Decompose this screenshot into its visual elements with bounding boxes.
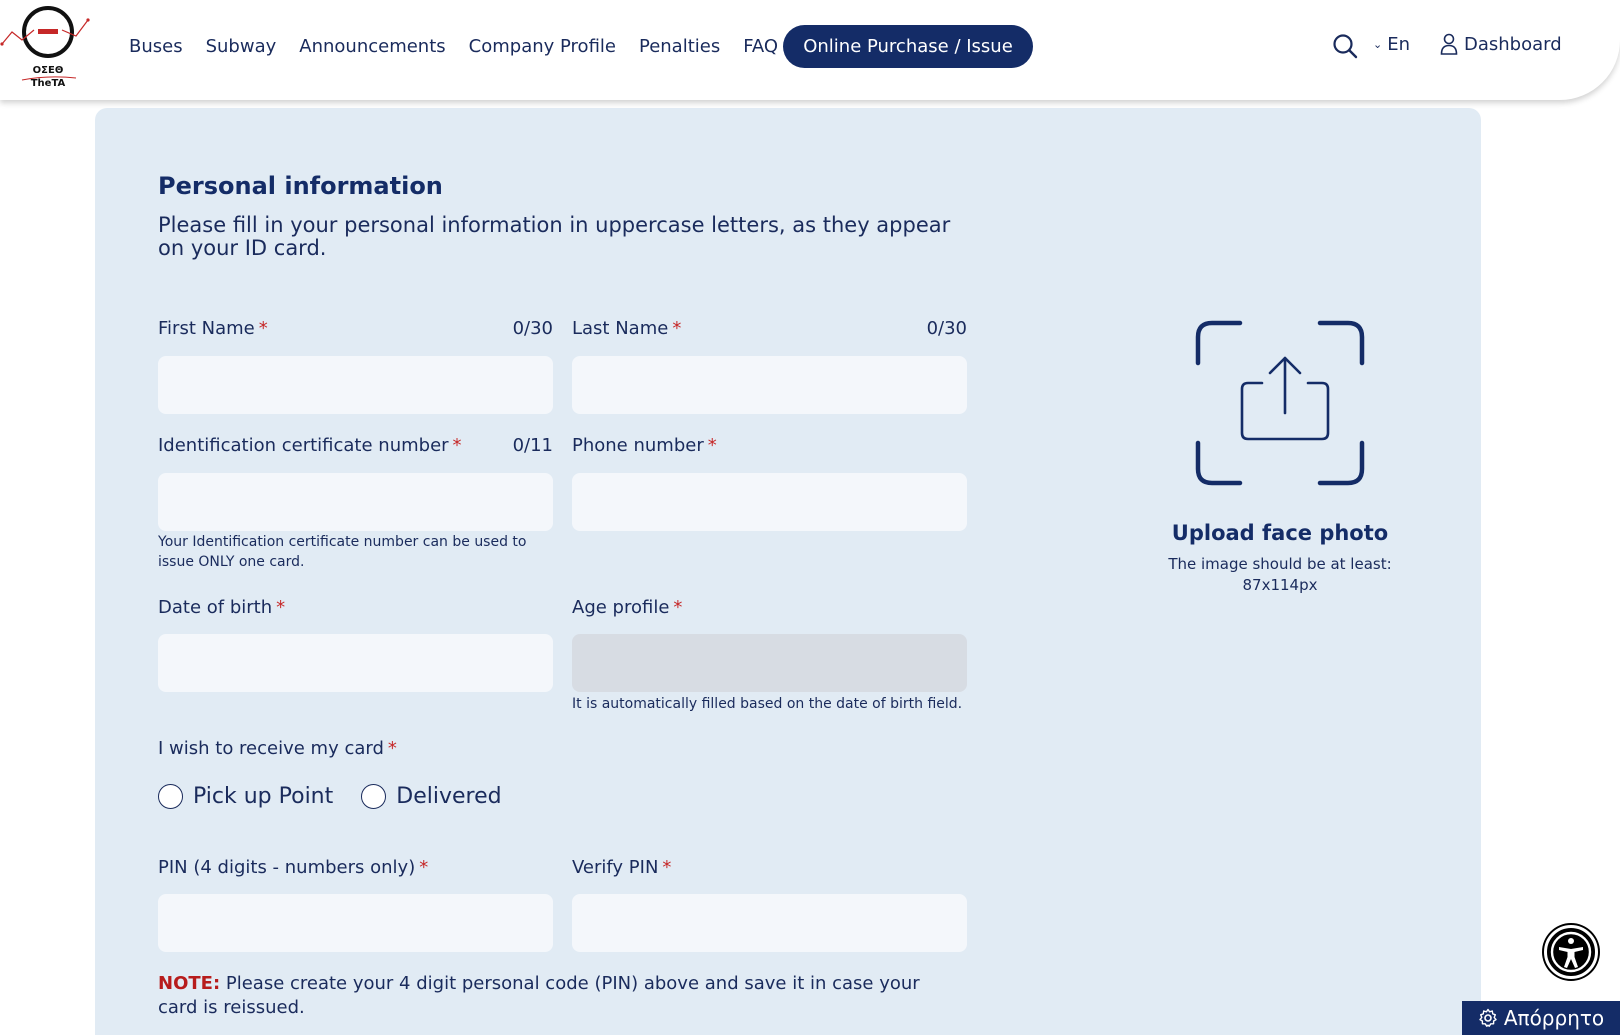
upload-hint: The image should be at least: 87x114px [1168, 555, 1392, 594]
nav-buses[interactable]: Buses [129, 36, 183, 57]
age-profile-label: Age profile * [572, 597, 682, 618]
search-button[interactable] [1332, 33, 1358, 59]
id-number-counter: 0/11 [512, 435, 553, 456]
language-label: En [1387, 34, 1410, 55]
age-profile-hint: It is automatically filled based on the … [572, 696, 963, 712]
dashboard-label: Dashboard [1464, 33, 1562, 55]
note-text: Please create your 4 digit personal code… [158, 973, 920, 1018]
first-name-input[interactable] [158, 356, 553, 414]
radio-button[interactable] [158, 784, 183, 809]
verify-pin-input[interactable] [572, 894, 967, 952]
id-number-hint: Your Identification certificate number c… [158, 534, 527, 570]
radio-label: Delivered [396, 784, 502, 809]
logo-mark-icon [0, 6, 90, 58]
theta-logo[interactable]: ΟΣΕΘ TheTA [0, 0, 100, 95]
required-asterisk: * [707, 435, 717, 456]
accessibility-button[interactable] [1544, 925, 1598, 979]
upload-title: Upload face photo [1171, 521, 1389, 545]
id-number-label: Identification certificate number * [158, 435, 462, 456]
gear-icon [1479, 1008, 1497, 1027]
radio-button[interactable] [361, 784, 387, 809]
first-name-counter: 0/30 [512, 318, 553, 339]
dob-label: Date of birth * [158, 597, 285, 618]
site-header: ΟΣΕΘ TheTA Buses Subway Announcements Co… [0, 0, 1620, 100]
pin-note: NOTE: Please create your 4 digit persona… [158, 972, 948, 1020]
phone-label: Phone number * [572, 435, 717, 456]
radio-label: Pick up Point [193, 784, 334, 809]
online-purchase-button[interactable]: Online Purchase / Issue [783, 25, 1033, 68]
last-name-label: Last Name * [572, 318, 681, 339]
accessibility-icon [1550, 931, 1592, 973]
pin-label: PIN (4 digits - numbers only) * [158, 857, 428, 878]
nav-announcements[interactable]: Announcements [299, 36, 445, 57]
section-title: Personal information [158, 172, 443, 200]
required-asterisk: * [258, 318, 268, 339]
section-subtitle: Please fill in your personal information… [158, 213, 951, 260]
required-asterisk: * [452, 435, 462, 456]
required-asterisk: * [662, 857, 672, 878]
required-asterisk: * [387, 738, 397, 759]
dashboard-link[interactable]: Dashboard [1440, 33, 1562, 55]
first-name-label: First Name * [158, 318, 268, 339]
search-icon [1333, 34, 1358, 59]
note-prefix: NOTE: [158, 973, 221, 994]
nav-penalties[interactable]: Penalties [639, 36, 720, 57]
privacy-label: Απόρρητο [1503, 1006, 1605, 1030]
receive-card-label: I wish to receive my card * [158, 738, 397, 759]
receive-card-label-text: I wish to receive my card [158, 738, 384, 759]
nav-faq[interactable]: FAQ [743, 36, 778, 57]
last-name-counter: 0/30 [926, 318, 967, 339]
radio-pickup-point[interactable]: Pick up Point [158, 784, 333, 809]
pin-label-text: PIN (4 digits - numbers only) [158, 857, 416, 878]
receive-card-radio-group: Pick up Point Delivered [158, 784, 530, 809]
age-profile-label-text: Age profile [572, 597, 670, 618]
dob-label-text: Date of birth [158, 597, 273, 618]
upload-icon [1195, 320, 1365, 486]
nav-company-profile[interactable]: Company Profile [469, 36, 616, 57]
first-name-label-text: First Name [158, 318, 255, 339]
verify-pin-label-text: Verify PIN [572, 857, 659, 878]
pin-input[interactable] [158, 894, 553, 952]
required-asterisk: * [672, 318, 682, 339]
phone-label-text: Phone number [572, 435, 704, 456]
required-asterisk: * [276, 597, 286, 618]
phone-input[interactable] [572, 473, 967, 531]
main-nav: Buses Subway Announcements Company Profi… [129, 0, 801, 92]
radio-delivered[interactable]: Delivered [361, 784, 502, 809]
chevron-down-icon: ⌄ [1373, 38, 1383, 51]
logo-swoosh-icon [21, 76, 77, 81]
id-number-label-text: Identification certificate number [158, 435, 449, 456]
age-profile-input [572, 634, 967, 692]
privacy-button[interactable]: Απόρρητο [1462, 1001, 1620, 1035]
verify-pin-label: Verify PIN * [572, 857, 671, 878]
dob-input[interactable] [158, 634, 553, 692]
last-name-input[interactable] [572, 356, 967, 414]
id-number-input[interactable] [158, 473, 553, 531]
nav-subway[interactable]: Subway [206, 36, 277, 57]
user-icon [1440, 33, 1458, 55]
required-asterisk: * [673, 597, 683, 618]
upload-photo-button[interactable] [1190, 315, 1370, 490]
last-name-label-text: Last Name [572, 318, 669, 339]
language-selector[interactable]: ⌄ En [1373, 34, 1410, 55]
required-asterisk: * [419, 857, 429, 878]
